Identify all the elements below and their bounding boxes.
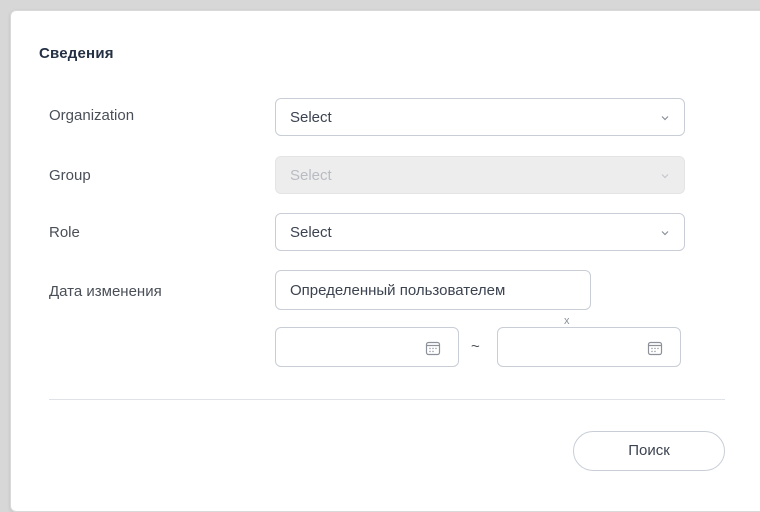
chevron-down-icon <box>661 231 669 236</box>
role-select-value: Select <box>290 224 332 241</box>
group-select-value: Select <box>290 167 332 184</box>
panel-title: Сведения <box>39 45 114 62</box>
date-mode-value: Определенный пользователем <box>290 282 506 299</box>
organization-label: Organization <box>49 107 135 124</box>
group-label: Group <box>49 167 91 184</box>
role-label: Role <box>49 224 80 241</box>
stray-mark: x <box>564 315 570 327</box>
date-changed-label: Дата изменения <box>49 283 162 300</box>
date-mode-select[interactable]: Определенный пользователем <box>275 270 591 310</box>
organization-select-value: Select <box>290 109 332 126</box>
details-panel: Сведения Organization Select Group Selec… <box>10 10 760 512</box>
section-divider <box>49 399 725 400</box>
chevron-down-icon <box>661 174 669 179</box>
end-date-input[interactable] <box>497 327 681 367</box>
date-range-separator: ~ <box>471 338 480 355</box>
start-date-input[interactable] <box>275 327 459 367</box>
role-select[interactable]: Select <box>275 213 685 251</box>
group-select: Select <box>275 156 685 194</box>
organization-select[interactable]: Select <box>275 98 685 136</box>
chevron-down-icon <box>661 116 669 121</box>
calendar-icon[interactable] <box>646 339 664 357</box>
search-button[interactable]: Поиск <box>573 431 725 471</box>
calendar-icon[interactable] <box>424 339 442 357</box>
